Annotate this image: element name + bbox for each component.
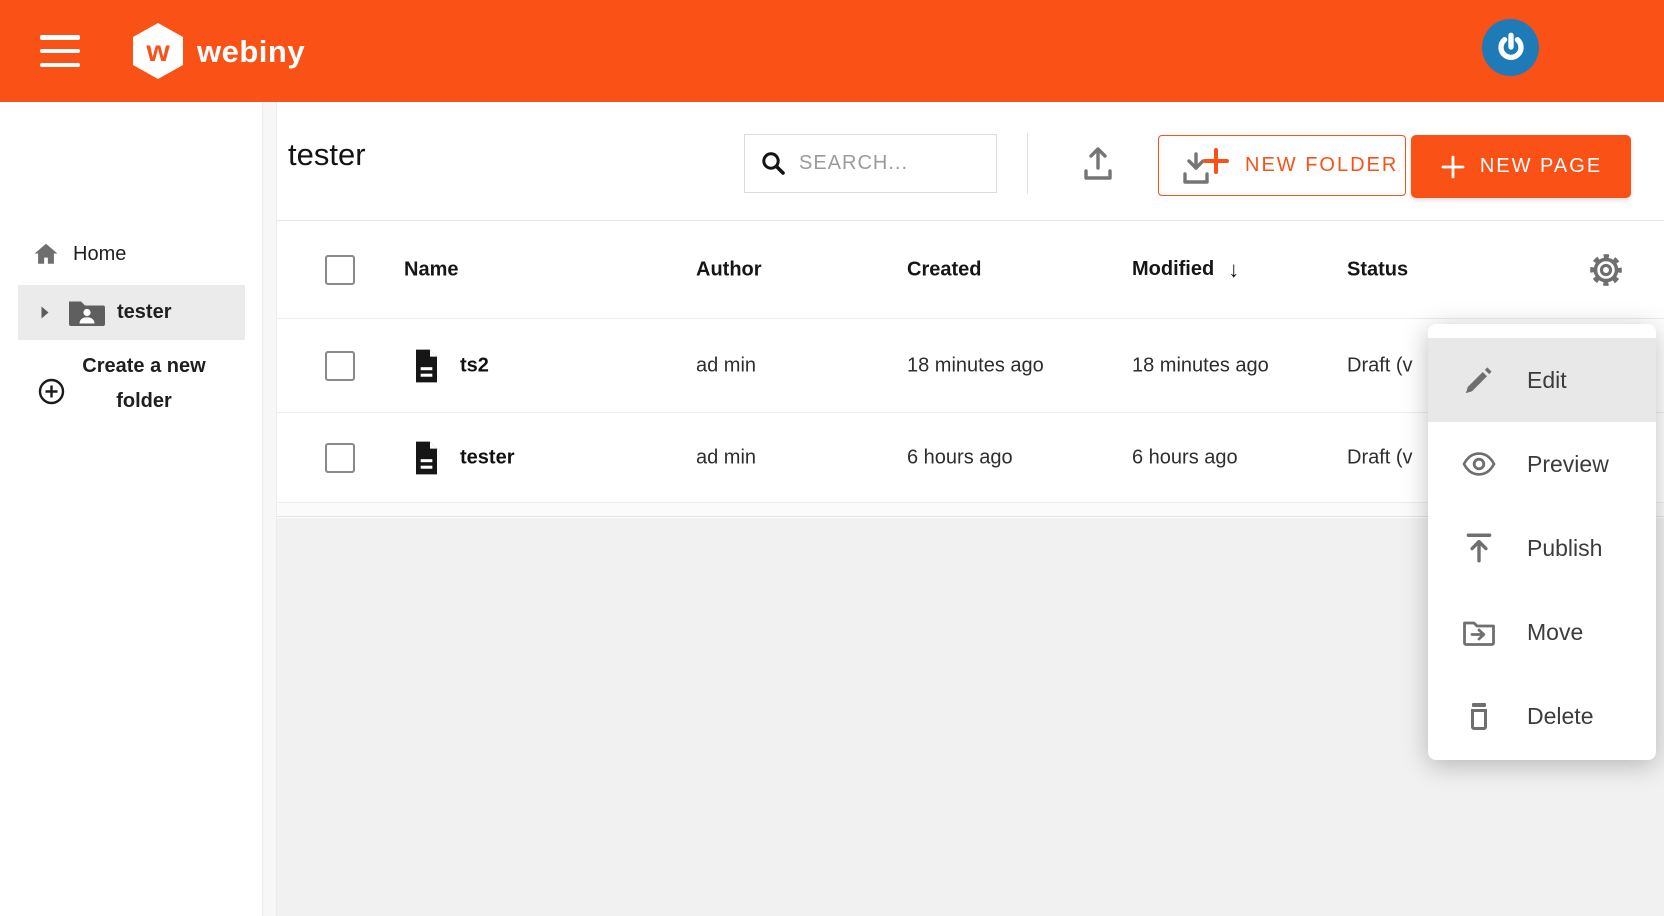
menu-item-label: Publish (1527, 535, 1602, 562)
modified-label: Modified (1132, 258, 1214, 281)
search-input[interactable] (799, 152, 969, 175)
new-page-button[interactable]: NEW PAGE (1411, 135, 1631, 198)
column-header-modified[interactable]: Modified ↓ (1132, 257, 1239, 283)
app-header: w webiny (0, 0, 1664, 102)
page-name: ts2 (460, 354, 489, 377)
menu-item-preview[interactable]: Preview (1428, 422, 1656, 506)
menu-item-label: Preview (1527, 451, 1609, 478)
column-header-status[interactable]: Status (1347, 258, 1408, 281)
new-folder-label: NEW FOLDER (1245, 154, 1398, 177)
page-author: ad min (696, 354, 756, 377)
move-folder-icon (1462, 618, 1496, 646)
hamburger-menu-icon[interactable] (40, 35, 80, 67)
sidebar-item-home[interactable]: Home (33, 232, 126, 276)
column-header-created[interactable]: Created (907, 258, 981, 281)
row-actions-menu: Edit Preview Publish Move (1428, 324, 1656, 760)
webiny-logo[interactable]: w webiny (131, 22, 305, 80)
trash-icon (1462, 700, 1496, 732)
export-icon (1080, 144, 1116, 182)
search-icon (760, 150, 787, 177)
toolbar: tester (277, 102, 1664, 221)
sort-desc-icon: ↓ (1228, 257, 1239, 283)
sidebar: Home tester Create a new folder (0, 102, 262, 916)
menu-item-delete[interactable]: Delete (1428, 674, 1656, 758)
svg-text:w: w (145, 35, 170, 68)
create-new-folder-label: Create a new folder (68, 346, 220, 419)
column-header-name[interactable]: Name (404, 258, 458, 281)
chevron-right-icon[interactable] (40, 305, 50, 320)
menu-item-label: Delete (1527, 703, 1593, 730)
folder-label: tester (117, 301, 171, 324)
shared-folder-icon (67, 298, 105, 327)
home-icon (33, 241, 59, 267)
column-header-author[interactable]: Author (696, 258, 762, 281)
menu-item-label: Edit (1527, 367, 1567, 394)
create-new-folder-button[interactable]: Create a new folder (0, 346, 247, 436)
page-modified: 6 hours ago (1132, 446, 1238, 469)
gear-icon (1587, 251, 1625, 289)
menu-item-move[interactable]: Move (1428, 590, 1656, 674)
menu-item-label: Move (1527, 619, 1583, 646)
sidebar-scrollbar[interactable] (262, 102, 277, 916)
menu-item-edit[interactable]: Edit (1428, 338, 1656, 422)
plus-circle-icon (38, 378, 65, 405)
export-button[interactable] (1080, 143, 1120, 183)
home-label: Home (73, 243, 126, 266)
power-icon (1494, 31, 1528, 65)
page-name: tester (460, 446, 514, 469)
page-created: 6 hours ago (907, 446, 1013, 469)
status-badge: Draft (v (1347, 446, 1413, 469)
webiny-hexagon-icon: w (131, 22, 185, 80)
page-modified: 18 minutes ago (1132, 354, 1269, 377)
select-all-checkbox[interactable] (325, 255, 355, 285)
status-badge: Draft (v (1347, 354, 1413, 377)
row-checkbox[interactable] (325, 351, 355, 381)
toolbar-divider (1027, 133, 1028, 194)
plus-icon (1440, 154, 1466, 180)
plus-icon (1201, 146, 1231, 176)
page-created: 18 minutes ago (907, 354, 1044, 377)
page-document-icon (412, 440, 441, 475)
menu-item-publish[interactable]: Publish (1428, 506, 1656, 590)
publish-icon (1462, 531, 1496, 565)
new-folder-button[interactable]: NEW FOLDER (1158, 135, 1406, 196)
table-settings-button[interactable] (1587, 251, 1625, 289)
row-checkbox[interactable] (325, 443, 355, 473)
user-avatar[interactable] (1482, 19, 1539, 76)
page-author: ad min (696, 446, 756, 469)
page-title: tester (288, 137, 366, 173)
eye-icon (1462, 451, 1496, 477)
new-page-label: NEW PAGE (1480, 155, 1602, 178)
pencil-icon (1462, 364, 1496, 396)
sidebar-item-tester-folder[interactable]: tester (18, 285, 245, 340)
webiny-wordmark: webiny (197, 34, 305, 70)
page-document-icon (412, 348, 441, 383)
search-box[interactable] (744, 134, 997, 193)
table-header-row: Name Author Created Modified ↓ Status (277, 221, 1664, 319)
